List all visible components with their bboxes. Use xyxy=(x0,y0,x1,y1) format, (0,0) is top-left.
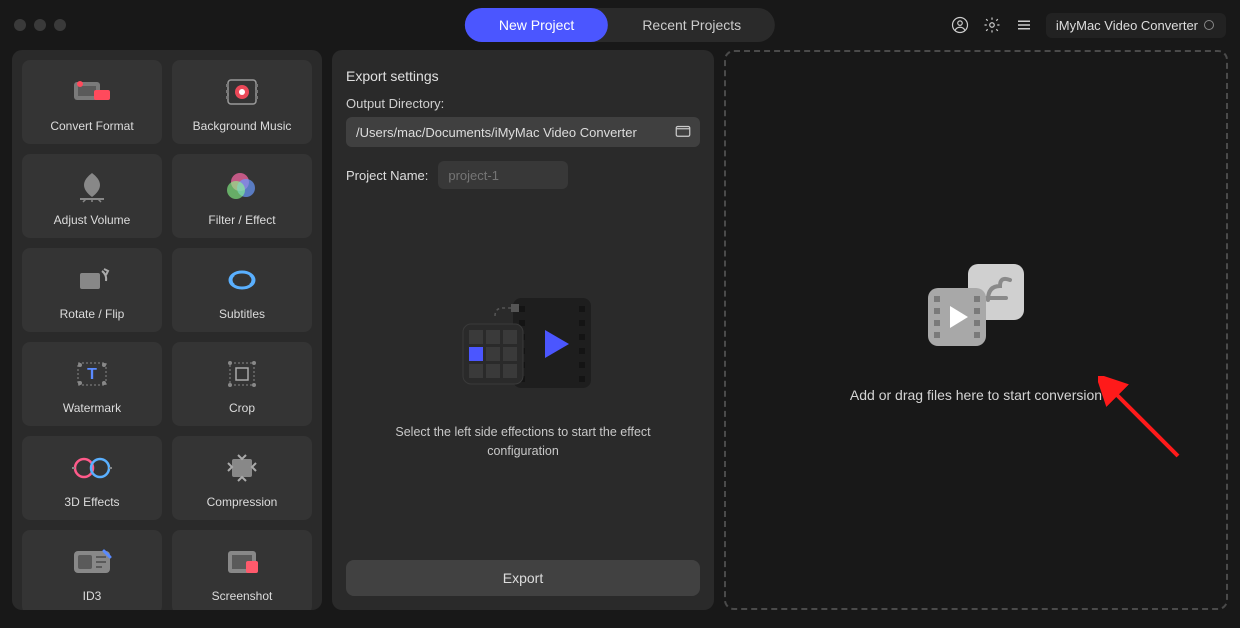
screenshot-icon xyxy=(172,541,312,583)
filter-effect-icon xyxy=(172,165,312,207)
project-tabs: New Project Recent Projects xyxy=(465,8,775,42)
adjust-volume-icon xyxy=(22,165,162,207)
titlebar: New Project Recent Projects iMyMac Video… xyxy=(0,0,1240,50)
tool-label: ID3 xyxy=(83,589,102,603)
tool-convert-format[interactable]: Convert Format xyxy=(22,60,162,144)
tool-filter-effect[interactable]: Filter / Effect xyxy=(172,154,312,238)
tool-id3[interactable]: ID3 xyxy=(22,530,162,610)
tool-label: Convert Format xyxy=(50,119,133,133)
rotate-flip-icon xyxy=(22,259,162,301)
convert-format-icon xyxy=(22,71,162,113)
tab-new-project[interactable]: New Project xyxy=(465,8,608,42)
tool-label: Subtitles xyxy=(219,307,265,321)
tool-crop[interactable]: Crop xyxy=(172,342,312,426)
settings-gear-icon[interactable] xyxy=(982,15,1002,35)
tool-compression[interactable]: Compression xyxy=(172,436,312,520)
effect-placeholder-illustration xyxy=(443,280,603,405)
tab-recent-projects[interactable]: Recent Projects xyxy=(608,8,775,42)
tool-adjust-volume[interactable]: Adjust Volume xyxy=(22,154,162,238)
tool-label: Compression xyxy=(207,495,278,509)
account-icon[interactable] xyxy=(950,15,970,35)
file-dropzone[interactable]: Add or drag files here to start conversi… xyxy=(724,50,1228,610)
tool-label: Background Music xyxy=(193,119,292,133)
browse-folder-icon[interactable] xyxy=(674,122,692,143)
annotation-arrow-icon xyxy=(1098,376,1188,466)
tool-screenshot[interactable]: Screenshot xyxy=(172,530,312,610)
tools-sidebar: Convert Format Background Music Adjust Vol… xyxy=(12,50,322,610)
app-title: iMyMac Video Converter xyxy=(1056,18,1198,33)
tool-background-music[interactable]: Background Music xyxy=(172,60,312,144)
watermark-icon: T xyxy=(22,353,162,395)
export-settings-panel: Export settings Output Directory: /Users… xyxy=(332,50,714,610)
tool-rotate-flip[interactable]: Rotate / Flip xyxy=(22,248,162,332)
dropzone-text: Add or drag files here to start conversi… xyxy=(850,387,1102,403)
effect-hint-text: Select the left side effections to start… xyxy=(373,423,673,461)
minimize-window-icon[interactable] xyxy=(34,19,46,31)
id3-icon xyxy=(22,541,162,583)
dropzone-illustration xyxy=(916,258,1036,359)
compression-icon xyxy=(172,447,312,489)
maximize-window-icon[interactable] xyxy=(54,19,66,31)
tool-subtitles[interactable]: Subtitles xyxy=(172,248,312,332)
tool-label: Watermark xyxy=(63,401,121,415)
tool-label: Rotate / Flip xyxy=(60,307,125,321)
window-controls xyxy=(14,19,66,31)
export-settings-title: Export settings xyxy=(346,68,700,84)
svg-text:T: T xyxy=(87,366,97,383)
output-directory-value: /Users/mac/Documents/iMyMac Video Conver… xyxy=(356,125,668,140)
app-title-badge: iMyMac Video Converter xyxy=(1046,13,1226,38)
close-window-icon[interactable] xyxy=(14,19,26,31)
tool-label: 3D Effects xyxy=(64,495,119,509)
app-badge-icon xyxy=(1204,20,1214,30)
output-directory-label: Output Directory: xyxy=(346,96,700,111)
tool-watermark[interactable]: T Watermark xyxy=(22,342,162,426)
subtitles-icon xyxy=(172,259,312,301)
output-directory-field[interactable]: /Users/mac/Documents/iMyMac Video Conver… xyxy=(346,117,700,147)
tool-label: Crop xyxy=(229,401,255,415)
project-name-label: Project Name: xyxy=(346,168,428,183)
menu-icon[interactable] xyxy=(1014,15,1034,35)
tool-label: Filter / Effect xyxy=(208,213,275,227)
crop-icon xyxy=(172,353,312,395)
3d-effects-icon xyxy=(22,447,162,489)
tool-3d-effects[interactable]: 3D Effects xyxy=(22,436,162,520)
tool-label: Adjust Volume xyxy=(54,213,131,227)
export-button[interactable]: Export xyxy=(346,560,700,596)
tool-label: Screenshot xyxy=(212,589,273,603)
background-music-icon xyxy=(172,71,312,113)
project-name-input[interactable] xyxy=(438,161,568,189)
